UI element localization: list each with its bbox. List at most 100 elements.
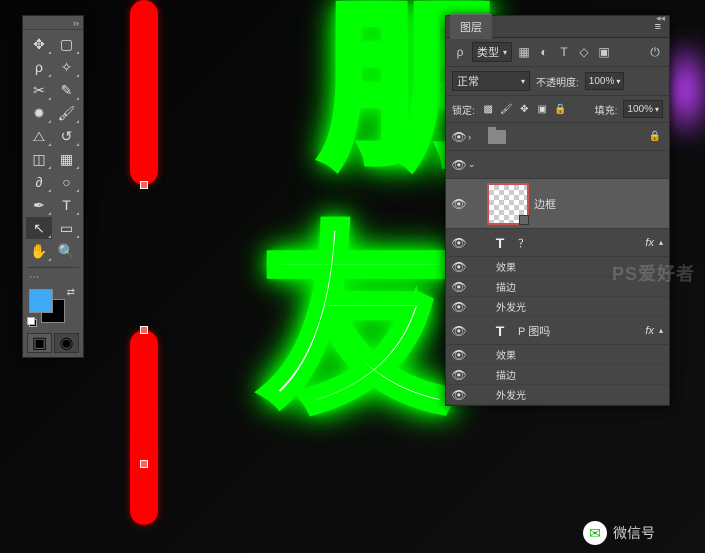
lock-indicator-icon[interactable]: 🔒 bbox=[645, 131, 665, 142]
blend-mode-dropdown[interactable]: 正常 ▾ bbox=[452, 71, 530, 91]
effect-row[interactable]: 👁 外发光 bbox=[446, 297, 669, 317]
opacity-input[interactable]: 100% ▾ bbox=[585, 72, 625, 90]
dodge-tool[interactable]: ○ bbox=[54, 171, 80, 193]
tab-layers[interactable]: 图层 bbox=[450, 14, 492, 39]
zoom-tool[interactable]: 🔍 bbox=[54, 240, 80, 262]
anchor-point[interactable] bbox=[140, 460, 148, 468]
visibility-icon[interactable]: 👁 bbox=[450, 348, 468, 362]
shape-tool[interactable]: ▭ bbox=[54, 217, 80, 239]
lock-all-icon[interactable]: 🔒 bbox=[553, 102, 568, 117]
lock-transparent-icon[interactable]: ▩ bbox=[481, 102, 496, 117]
effects-label: 效果 bbox=[496, 259, 516, 274]
lock-paint-icon[interactable]: 🖌 bbox=[499, 102, 514, 117]
collapse-icon[interactable]: ◂◂ bbox=[656, 13, 665, 24]
wechat-icon: ✉ bbox=[583, 521, 607, 545]
layer-name[interactable]: 边框 bbox=[534, 196, 665, 212]
effect-row[interactable]: 👁 描边 bbox=[446, 365, 669, 385]
fx-indicator[interactable]: fx bbox=[642, 237, 657, 249]
toolbar-options[interactable]: ⋯ bbox=[23, 270, 83, 285]
stamp-tool[interactable]: ⧍ bbox=[26, 125, 52, 147]
visibility-icon[interactable]: 👁 bbox=[450, 130, 468, 144]
effect-row[interactable]: 👁 外发光 bbox=[446, 385, 669, 405]
layer-row-folder[interactable]: 👁 › 🔒 bbox=[446, 123, 669, 151]
layer-row-text[interactable]: 👁 T ？ fx ▴ bbox=[446, 229, 669, 257]
disclosure-icon[interactable]: ⌄ bbox=[468, 159, 482, 170]
blur-tool[interactable]: ∂ bbox=[26, 171, 52, 193]
filter-pixel-icon[interactable]: ▦ bbox=[516, 44, 532, 60]
fx-disclosure-icon[interactable]: ▴ bbox=[657, 238, 665, 247]
fx-indicator[interactable]: fx bbox=[642, 325, 657, 337]
visibility-icon[interactable]: 👁 bbox=[450, 368, 468, 382]
filter-adjust-icon[interactable]: ◐ bbox=[536, 44, 552, 60]
path-selection-tool[interactable]: ↖ bbox=[26, 217, 52, 239]
swap-colors-icon[interactable]: ⇄ bbox=[67, 287, 75, 298]
effect-name: 外发光 bbox=[496, 387, 526, 402]
visibility-icon[interactable]: 👁 bbox=[450, 236, 468, 250]
standard-mode-button[interactable]: ▣ bbox=[27, 333, 52, 353]
toolbar-header[interactable]: ›› bbox=[23, 16, 83, 30]
tools-panel: ›› ✥ ▢ ρ ✧ ✂ ✎ ✹ 🖌 ⧍ ↺ ◫ ▦ ∂ ○ ✒ T ↖ ▭ ✋… bbox=[22, 15, 84, 358]
filter-toggle[interactable]: ⏻ bbox=[647, 44, 663, 60]
pen-tool[interactable]: ✒ bbox=[26, 194, 52, 216]
lock-position-icon[interactable]: ✥ bbox=[517, 102, 532, 117]
hand-tool[interactable]: ✋ bbox=[26, 240, 52, 262]
eraser-tool[interactable]: ◫ bbox=[26, 148, 52, 170]
site-watermark: PS爱好者 bbox=[612, 260, 695, 286]
layer-name[interactable]: ？ bbox=[518, 235, 642, 251]
filter-shape-icon[interactable]: ◇ bbox=[576, 44, 592, 60]
lasso-tool[interactable]: ρ bbox=[26, 56, 52, 78]
watermark-label: 微信号 bbox=[613, 523, 655, 543]
layers-panel: ◂◂ 图层 ≡ ρ 类型 ▾ ▦ ◐ T ◇ ▣ ⏻ 正常 ▾ 不透明度: 10… bbox=[445, 15, 670, 406]
layer-row-shape[interactable]: 👁 边框 bbox=[446, 179, 669, 229]
opacity-value: 100% bbox=[589, 76, 615, 87]
visibility-icon[interactable]: 👁 bbox=[450, 260, 468, 274]
path-segment-top[interactable] bbox=[130, 0, 158, 185]
foreground-color[interactable] bbox=[29, 289, 53, 313]
layer-name[interactable]: P 图吗 bbox=[518, 323, 642, 339]
path-segment-bottom[interactable] bbox=[130, 330, 158, 525]
filter-type-icon[interactable]: T bbox=[556, 44, 572, 60]
visibility-icon[interactable]: 👁 bbox=[450, 324, 468, 338]
eyedropper-tool[interactable]: ✎ bbox=[54, 79, 80, 101]
gradient-tool[interactable]: ▦ bbox=[54, 148, 80, 170]
disclosure-icon[interactable]: › bbox=[468, 132, 482, 142]
crop-tool[interactable]: ✂ bbox=[26, 79, 52, 101]
opacity-label: 不透明度: bbox=[536, 74, 579, 89]
blend-row: 正常 ▾ 不透明度: 100% ▾ bbox=[446, 67, 669, 96]
watermark: ✉ 微信号 bbox=[583, 521, 655, 545]
effect-row[interactable]: 👁 效果 bbox=[446, 345, 669, 365]
lock-row: 锁定: ▩ 🖌 ✥ ▣ 🔒 填充: 100% ▾ bbox=[446, 96, 669, 123]
search-icon[interactable]: ρ bbox=[452, 44, 468, 60]
visibility-icon[interactable]: 👁 bbox=[450, 388, 468, 402]
visibility-icon[interactable]: 👁 bbox=[450, 280, 468, 294]
anchor-point[interactable] bbox=[140, 326, 148, 334]
purple-glow bbox=[665, 40, 705, 140]
layer-thumbnail[interactable] bbox=[488, 184, 528, 224]
type-layer-icon: T bbox=[488, 233, 512, 253]
type-layer-icon: T bbox=[488, 321, 512, 341]
type-tool[interactable]: T bbox=[54, 194, 80, 216]
anchor-point[interactable] bbox=[140, 181, 148, 189]
visibility-icon[interactable]: 👁 bbox=[450, 197, 468, 211]
lock-artboard-icon[interactable]: ▣ bbox=[535, 102, 550, 117]
shape-badge-icon bbox=[519, 215, 529, 225]
filter-kind-dropdown[interactable]: 类型 ▾ bbox=[472, 42, 512, 62]
fill-input[interactable]: 100% ▾ bbox=[623, 100, 663, 118]
marquee-tool[interactable]: ▢ bbox=[54, 33, 80, 55]
default-colors-icon[interactable] bbox=[27, 317, 37, 327]
layer-row-group[interactable]: 👁 ⌄ bbox=[446, 151, 669, 179]
lock-label: 锁定: bbox=[452, 102, 475, 117]
healing-tool[interactable]: ✹ bbox=[26, 102, 52, 124]
visibility-icon[interactable]: 👁 bbox=[450, 158, 468, 172]
fill-value: 100% bbox=[627, 104, 653, 115]
visibility-icon[interactable]: 👁 bbox=[450, 300, 468, 314]
fx-disclosure-icon[interactable]: ▴ bbox=[657, 326, 665, 335]
quickmask-mode-button[interactable]: ◉ bbox=[54, 333, 79, 353]
filter-smart-icon[interactable]: ▣ bbox=[596, 44, 612, 60]
effect-name: 描边 bbox=[496, 367, 516, 382]
history-brush-tool[interactable]: ↺ bbox=[54, 125, 80, 147]
brush-tool[interactable]: 🖌 bbox=[54, 102, 80, 124]
magic-wand-tool[interactable]: ✧ bbox=[54, 56, 80, 78]
move-tool[interactable]: ✥ bbox=[26, 33, 52, 55]
layer-row-text[interactable]: 👁 T P 图吗 fx ▴ bbox=[446, 317, 669, 345]
